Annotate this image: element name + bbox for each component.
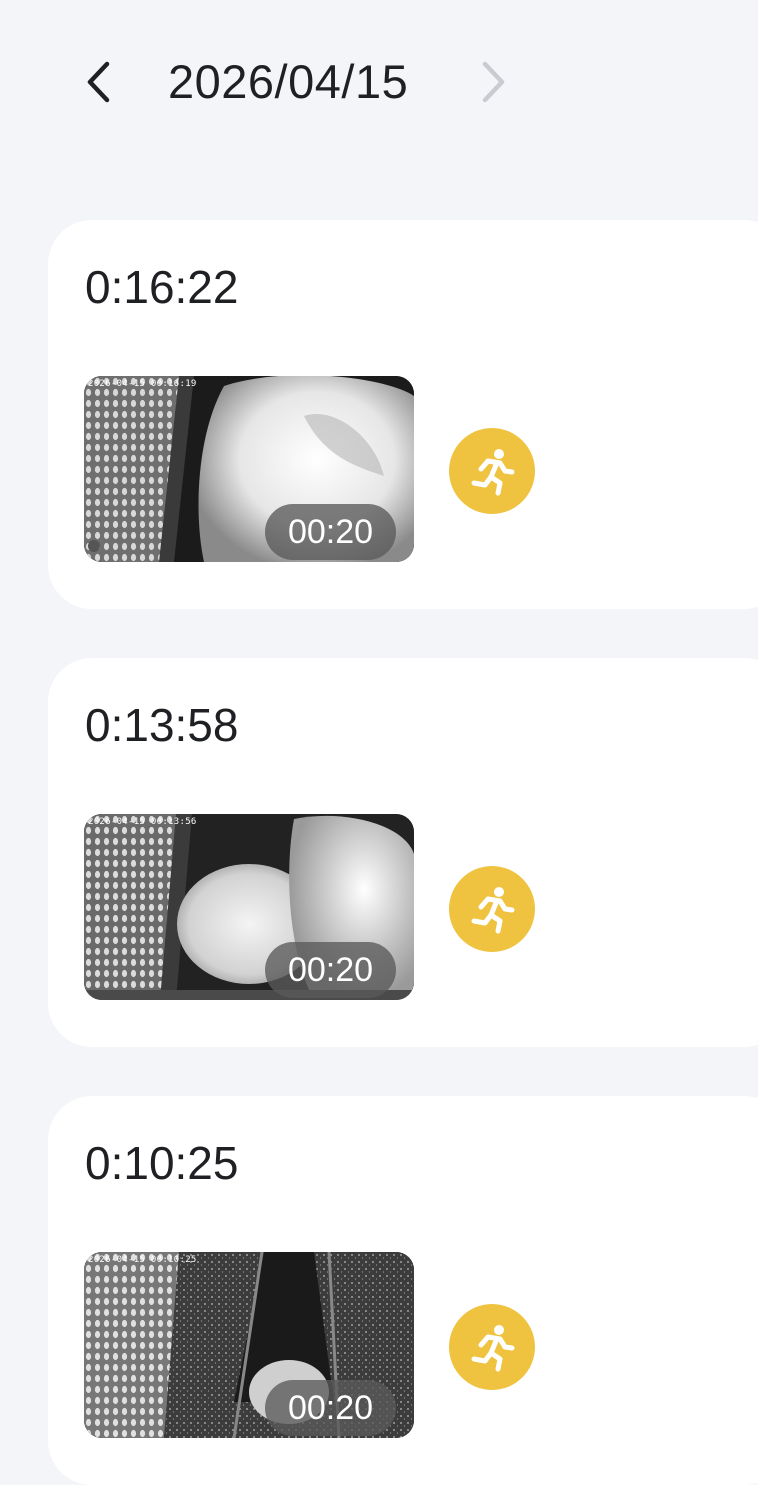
event-card[interactable]: 0:10:25 2026-04-15 00:10:25 00:20 <box>48 1096 758 1485</box>
running-person-icon <box>471 449 515 496</box>
duration-badge: 00:20 <box>265 1380 396 1436</box>
date-title[interactable]: 2026/04/15 <box>168 54 408 110</box>
motion-event-badge[interactable] <box>449 866 535 952</box>
duration-badge: 00:20 <box>265 504 396 560</box>
motion-event-badge[interactable] <box>449 428 535 514</box>
event-thumbnail[interactable]: 2026-04-15 00:10:25 00:20 <box>84 1252 414 1438</box>
running-person-icon <box>471 887 515 934</box>
thumbnail-timestamp: 2026-04-15 00:10:25 <box>88 1255 197 1265</box>
chevron-right-icon <box>482 61 505 103</box>
thumbnail-timestamp: 2026-04-15 00:13:56 <box>88 817 197 827</box>
header-bar: 2026/04/15 <box>0 0 758 170</box>
event-card[interactable]: 0:13:58 2026-04-15 00:13:56 00:20 <box>48 658 758 1047</box>
thumbnail-timestamp: 2026-04-15 00:16:19 <box>88 379 197 389</box>
previous-day-button[interactable] <box>76 58 120 106</box>
event-card[interactable]: 0:16:22 2026-04-15 00:16:19 00:20 <box>48 220 758 609</box>
event-thumbnail[interactable]: 2026-04-15 00:16:19 00:20 <box>84 376 414 562</box>
chevron-left-icon <box>87 61 110 103</box>
next-day-button[interactable] <box>470 58 514 106</box>
event-time: 0:10:25 <box>85 1137 239 1189</box>
duration-badge: 00:20 <box>265 942 396 998</box>
running-person-icon <box>471 1325 515 1372</box>
event-thumbnail[interactable]: 2026-04-15 00:13:56 00:20 <box>84 814 414 1000</box>
motion-event-badge[interactable] <box>449 1304 535 1390</box>
event-time: 0:16:22 <box>85 261 239 313</box>
event-time: 0:13:58 <box>85 699 239 751</box>
